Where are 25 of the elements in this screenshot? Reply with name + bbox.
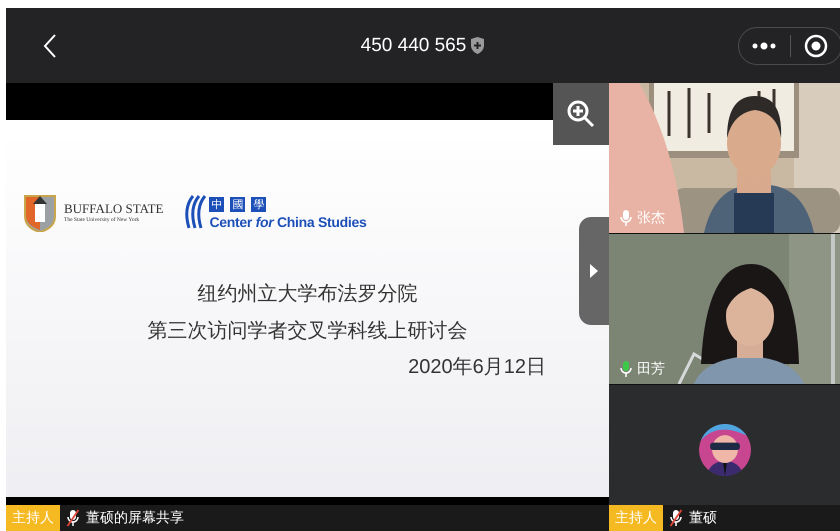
logo-character: 國 — [230, 197, 246, 212]
target-icon — [804, 34, 828, 58]
host-badge: 主持人 — [609, 505, 663, 531]
logo-title: Center for China Studies — [209, 214, 366, 230]
host-badge: 主持人 — [6, 505, 60, 531]
meeting-id: 450 440 565 — [360, 34, 466, 56]
participant-name: 董硕 — [689, 509, 717, 527]
participant-name: 张杰 — [637, 209, 665, 227]
triangle-icon — [589, 263, 599, 279]
logo-character: 學 — [251, 197, 266, 212]
zoom-button[interactable] — [553, 83, 609, 145]
logo-title: BUFFALO STATE — [64, 201, 164, 217]
slide-title: 第三次访问学者交叉学科线上研讨会 — [148, 317, 468, 344]
slide-date: 2020年6月12日 — [408, 355, 546, 380]
chevron-icon — [42, 32, 58, 58]
share-label: 董硕的屏幕共享 — [86, 509, 184, 527]
back-button[interactable] — [42, 32, 58, 58]
zoom-in-icon — [566, 99, 596, 129]
more-icon — [752, 42, 776, 50]
participant-name: 田芳 — [637, 360, 665, 378]
logo-character: 中 — [209, 197, 224, 212]
slide-title: 纽约州立大学布法罗分院 — [198, 280, 418, 307]
shield-icon — [22, 192, 58, 232]
shield-icon — [470, 37, 486, 54]
expand-tab[interactable] — [579, 217, 609, 325]
